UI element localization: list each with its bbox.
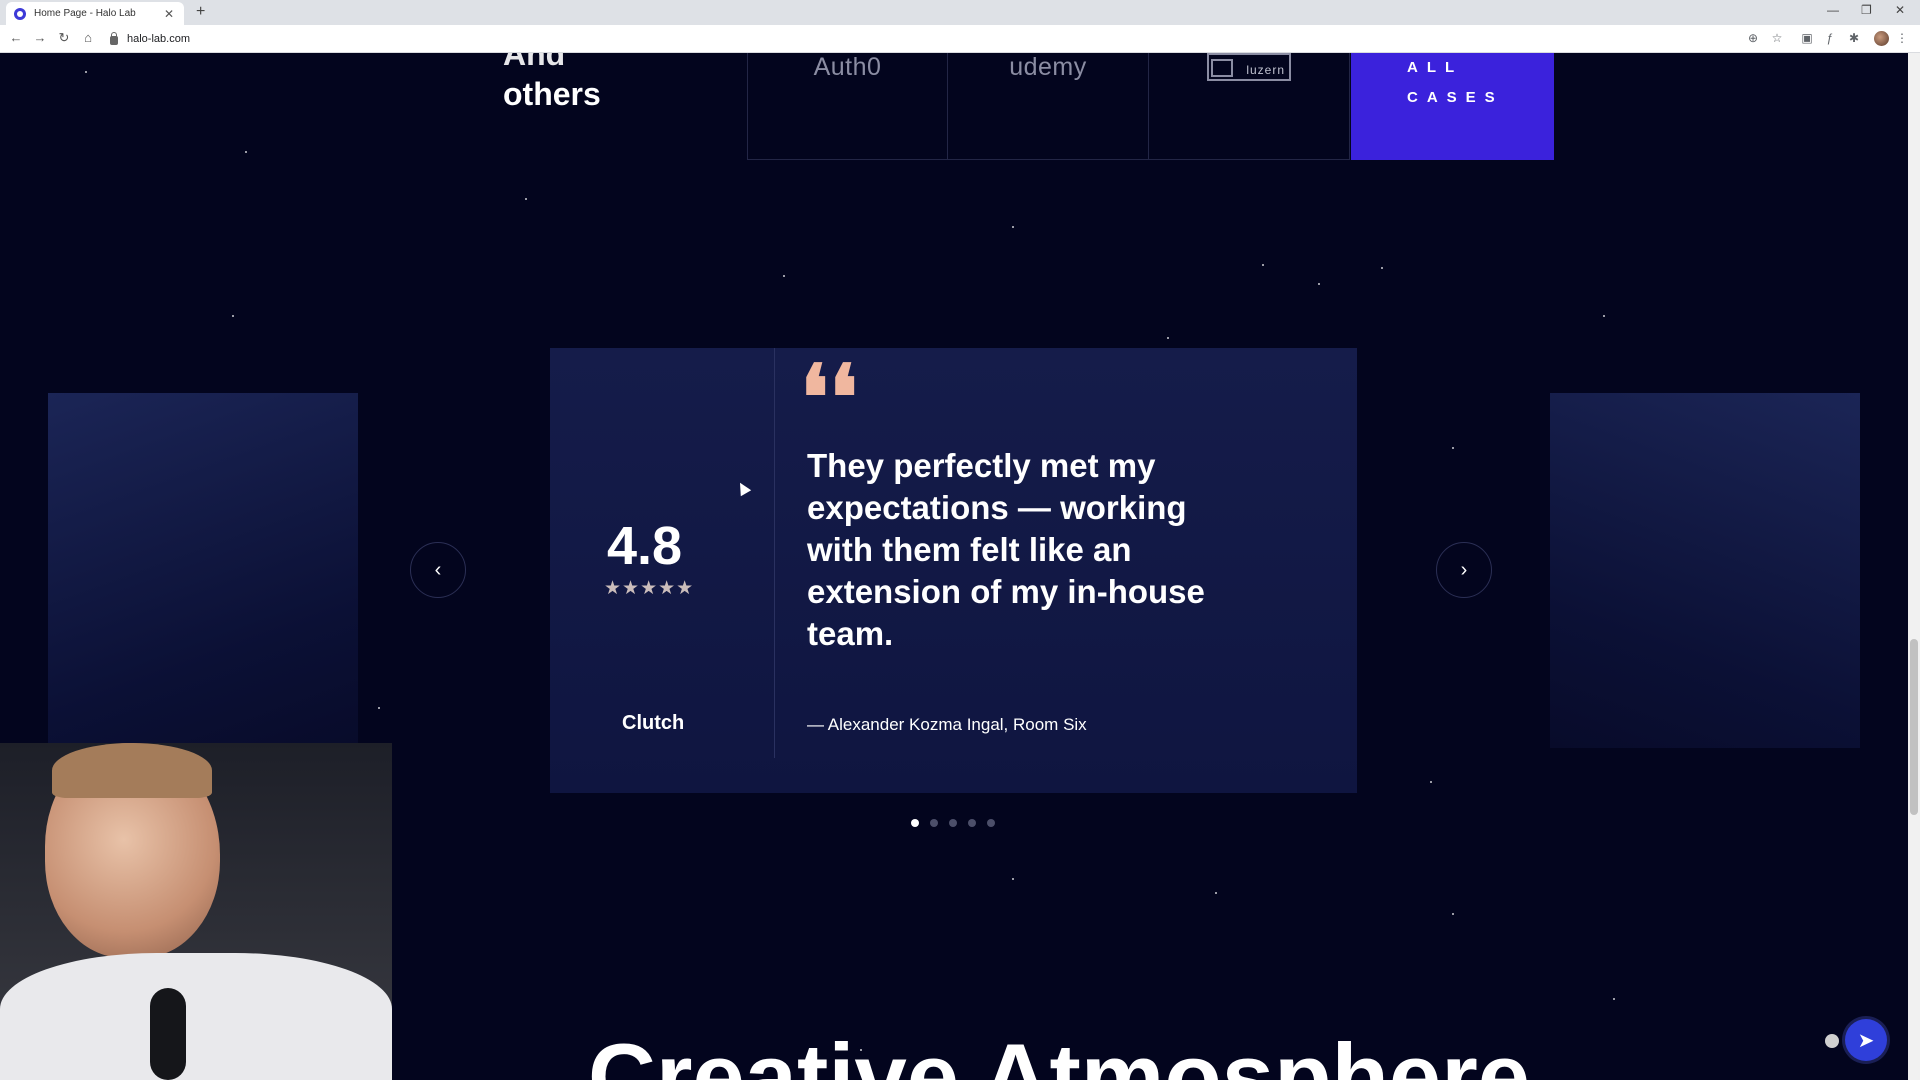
browser-tab-bar: Home Page - Halo Lab ✕ + — ❐ ✕ [0,0,1920,25]
back-button[interactable]: ← [8,30,24,45]
browser-toolbar: ← → ↻ ⌂ halo-lab.com ⊕ ☆ ▣ ƒ ✱ ⋮ [0,25,1920,53]
browser-menu-icon[interactable]: ⋮ [1894,31,1910,45]
home-button[interactable]: ⌂ [80,30,96,45]
clients-heading-text: others [503,76,601,112]
client-logo-auth0: Auth0 [747,53,948,160]
page-scrollbar[interactable] [1908,53,1920,1080]
minimize-button[interactable]: — [1827,3,1839,17]
testimonial-card-next[interactable] [1550,393,1860,748]
client-logo-luzern: luzern [1149,53,1350,160]
chevron-left-icon: ‹ [434,558,442,581]
microphone-icon [150,988,186,1080]
star-dot [1167,337,1169,339]
star-dot [85,71,87,73]
carousel-dot-5[interactable] [987,819,995,827]
star-dot [1215,892,1217,894]
rating-stars: ★★★★★ [604,578,695,599]
star-dot [1452,447,1454,449]
webcam-person-hair [52,743,212,798]
star-dot [1012,226,1014,228]
star-dot [245,151,247,153]
url-text[interactable]: halo-lab.com [127,33,190,45]
carousel-dot-4[interactable] [968,819,976,827]
carousel-dot-3[interactable] [949,819,957,827]
close-window-button[interactable]: ✕ [1895,3,1905,17]
install-app-icon[interactable]: ⊕ [1745,31,1761,45]
quote-icon: ❛❛ [800,345,859,451]
star-dot [1430,781,1432,783]
star-dot [232,315,234,317]
star-dot [1381,267,1383,269]
clutch-logo[interactable]: Clutch [622,712,684,735]
carousel-dot-1[interactable] [911,819,919,827]
prev-arrow-button[interactable]: ‹ [410,542,466,598]
forward-button[interactable]: → [32,30,48,45]
webcam-person-body [0,953,392,1080]
script-extension-icon[interactable]: ƒ [1822,31,1838,45]
star-dot [1262,264,1264,266]
webcam-overlay [0,743,392,1080]
lock-icon [110,31,118,45]
testimonial-card: 4.8 ★★★★★ Clutch ❛❛ They perfectly met m… [550,348,1357,793]
address-bar[interactable]: halo-lab.com [110,29,1740,49]
luzern-logo-text: luzern [1246,63,1285,77]
star-dot [378,707,380,709]
all-cases-button[interactable]: ALL CASES [1351,53,1554,160]
profile-avatar[interactable] [1874,31,1889,46]
auth0-logo: Auth0 [813,53,882,81]
carousel-pagination [911,819,995,827]
star-dot [783,275,785,277]
tab-close-icon[interactable]: ✕ [162,7,176,21]
chat-status-dot [1825,1034,1839,1048]
star-dot [1012,878,1014,880]
bookmark-star-icon[interactable]: ☆ [1769,31,1785,45]
restore-button[interactable]: ❐ [1861,3,1872,17]
new-tab-button[interactable]: + [196,3,205,21]
star-dot [1603,315,1605,317]
messenger-icon: ➤ [1857,1029,1875,1052]
extensions-puzzle-icon[interactable]: ✱ [1846,31,1862,45]
luzern-logo: luzern [1207,53,1291,81]
tab-title: Home Page - Halo Lab [34,8,136,19]
client-logo-udemy: udemy [948,53,1149,160]
extension-icon[interactable]: ▣ [1799,31,1815,45]
card-divider [774,348,775,758]
udemy-logo: udemy [1009,53,1087,81]
next-arrow-button[interactable]: › [1436,542,1492,598]
clients-heading-top: And [503,53,566,71]
rating-value: 4.8 [607,516,683,576]
star-dot [1613,998,1615,1000]
halo-lab-favicon-icon [14,7,26,20]
scrollbar-thumb[interactable] [1910,639,1918,815]
testimonial-card-previous[interactable] [48,393,358,748]
testimonial-author: — Alexander Kozma Ingal, Room Six [807,715,1087,734]
clients-heading: And others [503,53,601,117]
star-dot [1318,283,1320,285]
carousel-dot-2[interactable] [930,819,938,827]
reload-button[interactable]: ↻ [56,30,72,46]
chevron-right-icon: › [1460,558,1468,581]
messenger-chat-button[interactable]: ➤ [1845,1019,1887,1061]
section-heading: Creative Atmosphere [588,1024,1531,1080]
star-dot [1452,913,1454,915]
browser-tab[interactable]: Home Page - Halo Lab ✕ [6,2,184,25]
testimonial-quote: They perfectly met my expectations — wor… [807,447,1205,652]
star-dot [525,198,527,200]
